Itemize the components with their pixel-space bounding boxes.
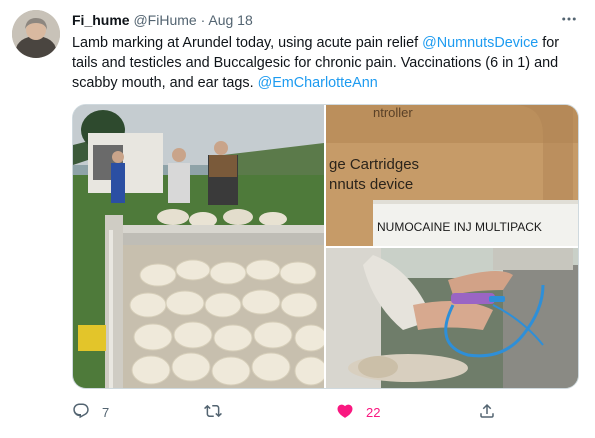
reply-icon (72, 402, 90, 423)
retweet-button[interactable] (204, 400, 234, 424)
photo-device-on-lamb[interactable] (326, 248, 579, 389)
avatar[interactable] (12, 10, 60, 58)
tweet-date[interactable]: Aug 18 (208, 12, 252, 28)
cartridge-label: NUMOCAINE INJ MULTIPACK (377, 220, 542, 234)
tweet-header: Fi_hume @FiHume · Aug 18 (72, 12, 253, 30)
box-partial-text: ntroller (373, 105, 413, 120)
photo-lambs-trailer[interactable] (73, 105, 328, 389)
mention-emcharlotteann[interactable]: @EmCharlotteAnn (258, 75, 378, 91)
mention-numnutsdevice[interactable]: @NumnutsDevice (422, 35, 538, 51)
more-icon[interactable] (556, 6, 582, 32)
separator: · (200, 12, 206, 28)
reply-button[interactable]: 7 (72, 400, 109, 424)
tweet-text-part-1: Lamb marking at Arundel today, using acu… (72, 35, 423, 51)
box-text-line-2: nnuts device (329, 176, 413, 193)
heart-icon (336, 402, 354, 423)
tweet-text: Lamb marking at Arundel today, using acu… (72, 33, 582, 93)
share-button[interactable] (478, 400, 496, 424)
reply-count: 7 (102, 404, 110, 420)
author-name[interactable]: Fi_hume (72, 12, 130, 28)
tweet[interactable]: Fi_hume @FiHume · Aug 18 Lamb marking at… (0, 0, 595, 438)
share-icon (478, 402, 496, 423)
photo-cartridge-box[interactable]: ntroller ge Cartridges nnuts device NUMO… (326, 105, 579, 246)
media-grid[interactable]: ntroller ge Cartridges nnuts device NUMO… (72, 104, 579, 389)
author-handle[interactable]: @FiHume (133, 12, 196, 28)
like-count: 22 (366, 404, 381, 420)
tweet-actions: 7 22 (72, 400, 512, 424)
box-text-line-1: ge Cartridges (329, 156, 419, 173)
retweet-icon (204, 402, 222, 423)
like-button[interactable]: 22 (336, 400, 380, 424)
